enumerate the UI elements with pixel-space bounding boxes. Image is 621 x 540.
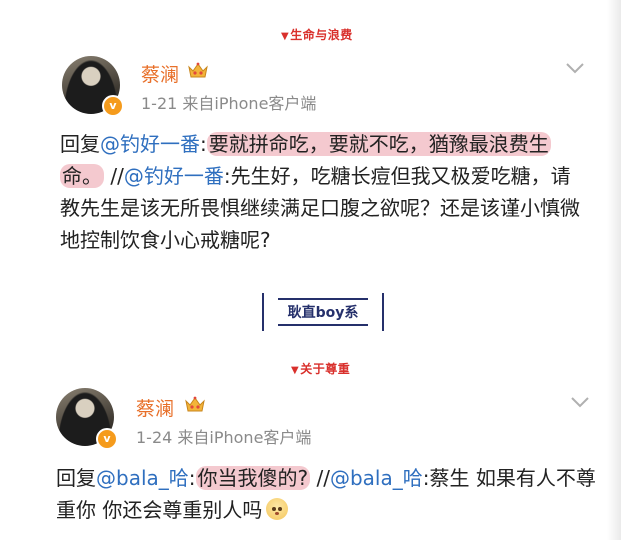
post-meta: 1-21 来自iPhone客户端 xyxy=(141,94,317,113)
post-text: 回复@bala_哈: 你当我傻的? //@bala_哈:蔡生 如果有人不尊重你 你… xyxy=(56,462,596,526)
triangle-marker-icon: ▼ xyxy=(281,31,290,42)
mention-link[interactable]: @bala_哈 xyxy=(330,466,423,490)
category-tag: 耿直boy系 xyxy=(262,293,384,331)
verified-badge-icon: v xyxy=(96,428,118,450)
mention-link[interactable]: @钓好一番 xyxy=(124,164,224,188)
verified-badge-icon: v xyxy=(102,95,124,117)
mention-link[interactable]: @钓好一番 xyxy=(100,132,200,156)
section-label-1: ▼生命与浪费 xyxy=(281,26,353,43)
reply-prefix: 回复 xyxy=(60,132,100,156)
category-tag-label: 耿直boy系 xyxy=(277,298,369,326)
separator: // xyxy=(310,466,330,490)
post-text: 回复@钓好一番: 要就拼命吃，要就不吃，猶豫最浪费生命。 //@钓好一番:先生好，… xyxy=(60,128,590,256)
section-label-2: ▼关于尊重 xyxy=(291,360,350,377)
colon: : xyxy=(200,132,207,156)
chevron-down-icon[interactable] xyxy=(565,62,585,74)
reply-prefix: 回复 xyxy=(56,466,96,490)
separator: // xyxy=(104,164,124,188)
chevron-down-icon[interactable] xyxy=(570,396,590,408)
username[interactable]: 蔡澜 xyxy=(136,394,174,421)
post-meta: 1-24 来自iPhone客户端 xyxy=(136,428,312,447)
page-edge-shadow xyxy=(607,0,621,540)
crown-icon xyxy=(185,396,205,412)
triangle-marker-icon: ▼ xyxy=(291,365,300,376)
crown-icon xyxy=(188,62,208,78)
username[interactable]: 蔡澜 xyxy=(141,60,179,87)
flushed-face-emoji-icon xyxy=(266,498,289,520)
highlighted-quote: 你当我傻的? xyxy=(195,466,311,490)
colon: : xyxy=(188,466,196,490)
mention-link[interactable]: @bala_哈 xyxy=(96,466,189,490)
section-label-text: 生命与浪费 xyxy=(290,28,353,42)
section-label-text: 关于尊重 xyxy=(300,362,351,376)
